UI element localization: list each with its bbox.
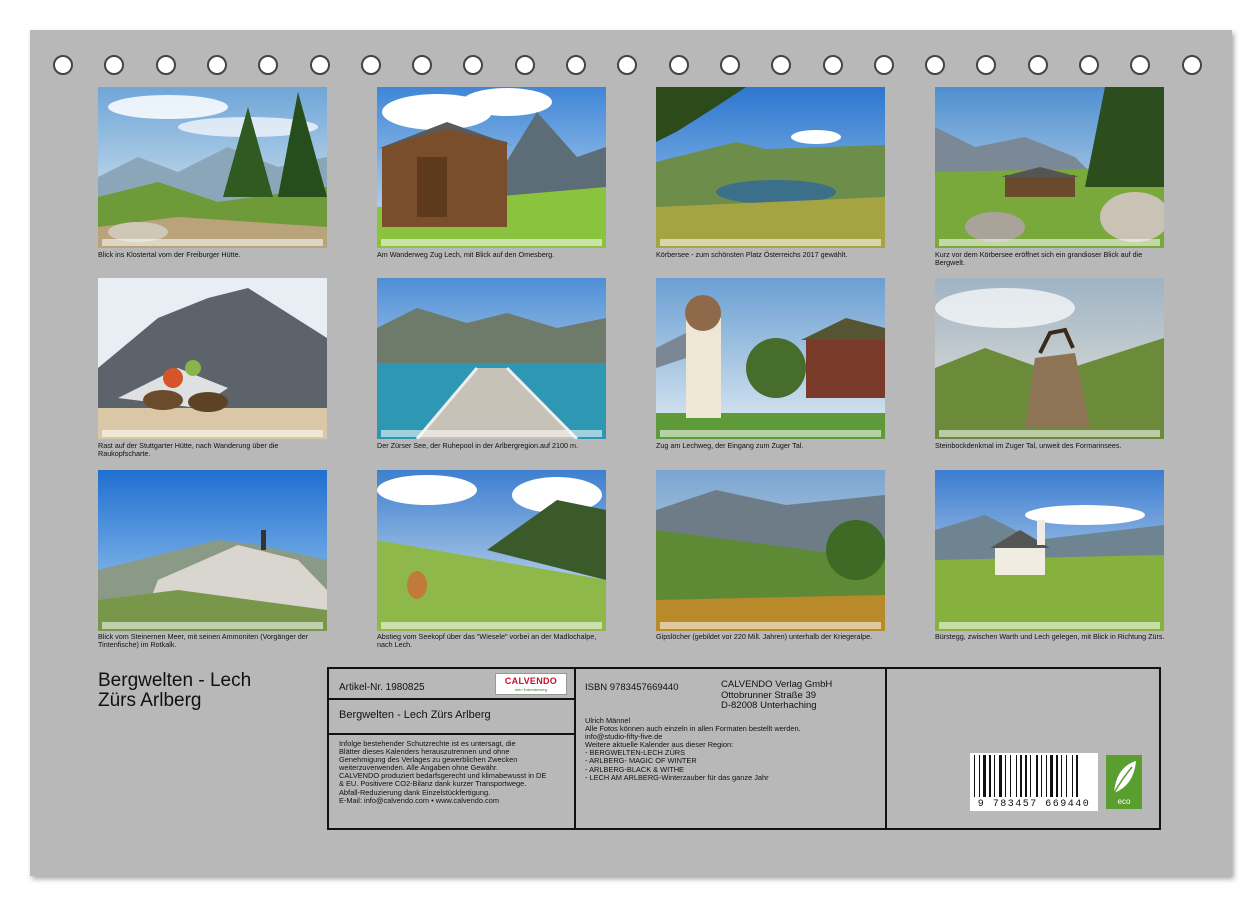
logo-text: CALVENDO <box>504 676 558 686</box>
barcode-bar <box>1036 755 1038 797</box>
binding-ring <box>104 55 125 75</box>
photo-caption: Zug am Lechweg, der Eingang zum Zuger Ta… <box>656 441 804 450</box>
author-info: Ulrich Männel Alle Fotos können auch einz… <box>585 716 801 782</box>
binding-ring <box>463 55 484 75</box>
binding-ring <box>412 55 433 75</box>
photo-7 <box>656 278 885 439</box>
binding-ring <box>360 55 381 75</box>
title-line-2: Zürs Arlberg <box>98 690 202 711</box>
binding-ring <box>1079 55 1099 75</box>
photo-caption: Gipslöcher (gebildet vor 220 Mill. Jahre… <box>656 632 873 641</box>
barcode: 9 783457 669440 <box>970 753 1098 811</box>
article-number: Artikel-Nr. 1980825 <box>339 682 425 693</box>
photo-1 <box>98 87 327 248</box>
photo-caption: Der Zürser See, der Ruhepool in der Arlb… <box>377 441 578 450</box>
barcode-bar <box>1046 755 1047 797</box>
binding-ring <box>771 55 792 75</box>
binding-ring <box>1181 55 1202 75</box>
binding-ring <box>309 55 330 75</box>
barcode-bar <box>1041 755 1042 797</box>
binding-ring <box>822 55 843 75</box>
binding-ring <box>925 55 946 75</box>
binding-ring <box>617 55 638 75</box>
title-line-1: Bergwelten - Lech <box>98 670 252 691</box>
photo-6 <box>377 278 606 439</box>
barcode-bar <box>1066 755 1067 797</box>
photo-3 <box>656 87 885 248</box>
publisher-line: CALVENDO Verlag GmbH <box>721 679 833 690</box>
barcode-bar <box>989 755 991 797</box>
publisher-address: CALVENDO Verlag GmbH Ottobrunner Straße 3… <box>721 679 833 712</box>
binding-ring <box>155 55 176 75</box>
binding-ring <box>873 55 894 75</box>
barcode-bar <box>1025 755 1027 797</box>
product-title: Bergwelten - Lech Zürs Arlberg <box>339 709 491 721</box>
photo-caption: Abstieg vom Seekopf über das "Wiesele" v… <box>377 632 597 649</box>
calendar-title: Bergwelten - Lech Zürs Arlberg <box>98 671 251 711</box>
barcode-bar <box>994 755 995 797</box>
photo-9 <box>98 470 327 631</box>
barcode-bar <box>1072 755 1073 797</box>
eco-badge: eco <box>1106 755 1142 809</box>
binding-ring <box>1130 55 1151 75</box>
barcode-bar <box>983 755 986 797</box>
barcode-bar <box>1030 755 1031 797</box>
spiral-binding <box>0 0 1260 80</box>
photo-10 <box>377 470 606 631</box>
publisher-line: D-82008 Unterhaching <box>721 700 817 711</box>
barcode-bar <box>1061 755 1062 797</box>
barcode-bar <box>1016 755 1017 797</box>
photo-4 <box>935 87 1164 248</box>
barcode-bar <box>1050 755 1053 797</box>
photo-2 <box>377 87 606 248</box>
barcode-bar <box>1020 755 1022 797</box>
photo-caption: Kurz vor dem Körbersee eröffnet sich ein… <box>935 250 1143 267</box>
barcode-bar <box>999 755 1002 797</box>
binding-ring <box>53 55 73 75</box>
binding-ring <box>1027 55 1048 75</box>
barcode-bar <box>1076 755 1078 797</box>
barcode-bar <box>1005 755 1006 797</box>
photo-caption: Blick vom Steinernen Meer, mit seinen Am… <box>98 632 309 649</box>
binding-ring <box>566 55 586 75</box>
eco-label: eco <box>1117 797 1131 806</box>
photo-11 <box>656 470 885 631</box>
photo-caption: Körbersee - zum schönsten Platz Österrei… <box>656 250 848 259</box>
photo-caption: Steinbockdenkmal im Zuger Tal, unweit de… <box>935 441 1122 450</box>
photo-5 <box>98 278 327 439</box>
binding-ring <box>668 55 689 75</box>
photo-12 <box>935 470 1164 631</box>
logo-subtext: dein Kalenderweg <box>514 687 548 692</box>
legal-notice: Infolge bestehender Schutzrechte ist es … <box>339 739 546 805</box>
barcode-bar <box>979 755 980 797</box>
binding-ring <box>206 55 227 75</box>
photo-8 <box>935 278 1164 439</box>
binding-ring <box>719 55 740 75</box>
binding-ring <box>976 55 997 75</box>
info-box: Artikel-Nr. 1980825 CALVENDO dein Kalend… <box>327 667 1161 830</box>
legal-line: E-Mail: info@calvendo.com • www.calvendo… <box>339 795 500 805</box>
photo-caption: Rast auf der Stuttgarter Hütte, nach Wan… <box>98 441 279 458</box>
barcode-bar <box>1056 755 1058 797</box>
photo-caption: Blick ins Klostertal vom der Freiburger … <box>98 250 241 259</box>
calvendo-logo: CALVENDO dein Kalenderweg <box>495 673 567 695</box>
author-line: - LECH AM ARLBERG-Winterzauber für das g… <box>585 772 769 782</box>
isbn: ISBN 9783457669440 <box>585 682 679 693</box>
barcode-bar <box>974 755 975 797</box>
binding-ring <box>514 55 535 75</box>
barcode-bar <box>1010 755 1011 797</box>
photo-caption: Bürstegg, zwischen Warth und Lech gelege… <box>935 632 1165 641</box>
binding-ring <box>258 55 279 75</box>
barcode-number: 9 783457 669440 <box>970 799 1098 810</box>
photo-caption: Am Wanderweg Zug Lech, mit Blick auf den… <box>377 250 555 259</box>
